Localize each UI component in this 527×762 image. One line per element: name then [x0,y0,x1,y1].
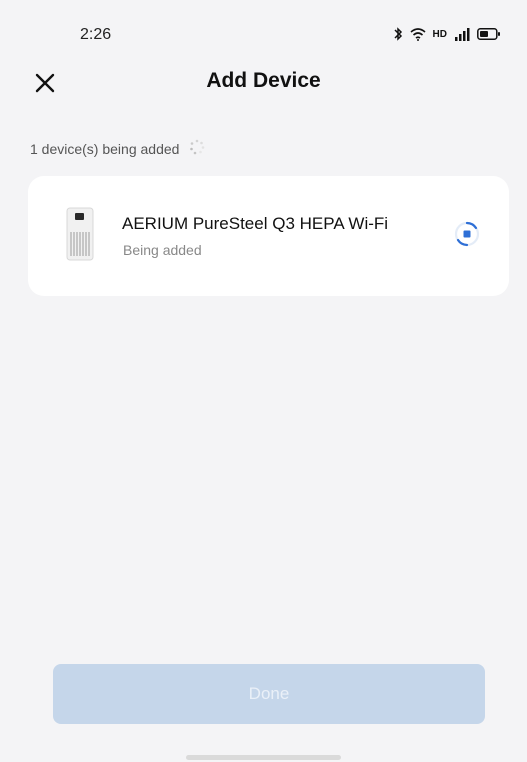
adding-status: 1 device(s) being added [30,139,205,158]
battery-icon [477,28,501,40]
wifi-icon [410,27,426,41]
status-icons: HD [393,27,501,41]
device-name: AERIUM PureSteel Q3 HEPA Wi-Fi [122,214,389,233]
done-button[interactable]: Done [53,664,485,724]
page-title: Add Device [206,69,321,92]
loading-spinner-icon [189,139,205,158]
signal-icon [454,27,470,41]
progress-indicator-icon [452,219,482,249]
status-time: 2:26 [80,26,112,43]
nav-bar: Add Device [0,60,527,106]
network-type-label: HD [432,28,447,40]
adding-status-text: 1 device(s) being added [30,140,180,157]
status-bar: 2:26 HD [0,0,527,60]
air-purifier-icon [62,206,98,262]
bluetooth-icon [393,27,403,41]
home-indicator [186,755,341,760]
device-card[interactable]: AERIUM PureSteel Q3 HEPA Wi-Fi Being add… [28,176,509,296]
device-state: Being added [123,242,202,258]
